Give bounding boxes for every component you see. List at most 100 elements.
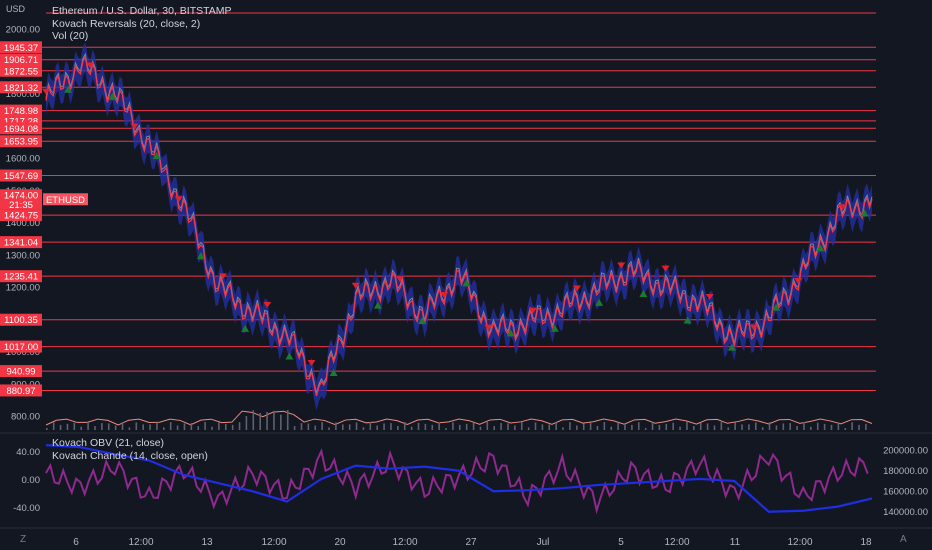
level-label: 1424.75 — [4, 211, 38, 222]
volume-bar — [252, 410, 255, 430]
volume-bar — [782, 423, 785, 430]
volume-bar — [465, 423, 468, 430]
volume-bar — [259, 412, 261, 430]
volume-bar — [844, 427, 847, 430]
volume-bar — [720, 422, 723, 430]
volume-bar — [321, 422, 323, 430]
indicator-legend-chande[interactable]: Kovach Chande (14, close, open) — [52, 450, 208, 462]
volume-bar — [383, 423, 385, 430]
indicator-legend-volume[interactable]: Vol (20) — [52, 30, 88, 42]
volume-bar — [224, 423, 227, 430]
volume-bar — [245, 415, 248, 430]
level-label: 1341.04 — [4, 238, 38, 249]
obv-axis-tick: 160000.00 — [883, 486, 928, 497]
volume-bar — [273, 410, 275, 430]
volume-bar — [830, 424, 833, 430]
price-chart[interactable]: 2000.001900.001800.001700.001600.001500.… — [0, 0, 932, 550]
volume-bar — [417, 422, 420, 430]
volume-bar — [775, 425, 778, 430]
volume-bar — [87, 422, 89, 430]
volume-bar — [520, 422, 523, 430]
countdown-timer: 21:35 — [9, 200, 33, 211]
reversal-down-marker — [617, 262, 626, 269]
volume-bar — [576, 425, 578, 430]
currency-label: USD — [6, 4, 26, 14]
volume-bar — [73, 422, 76, 430]
volume-bar — [816, 422, 819, 430]
volume-bar — [348, 424, 351, 430]
volume-bar — [734, 422, 736, 430]
volume-bar — [328, 427, 330, 430]
price-axis-tick: 1200.00 — [6, 283, 40, 294]
volume-bar — [218, 422, 220, 430]
volume-bar — [644, 427, 647, 430]
oscillator-axis-tick: -40.00 — [13, 503, 40, 514]
volume-bar — [445, 427, 447, 430]
candle-wick-line — [45, 52, 873, 394]
price-line — [45, 54, 873, 397]
volume-bar — [500, 423, 502, 430]
volume-bar — [486, 422, 489, 430]
obv-axis-tick: 140000.00 — [883, 507, 928, 518]
volume-bar — [231, 424, 234, 430]
price-band — [46, 42, 872, 411]
volume-bar — [686, 422, 688, 430]
volume-bar — [238, 422, 241, 430]
volume-bar — [107, 423, 110, 430]
indicator-legend-reversals[interactable]: Kovach Reversals (20, close, 2) — [52, 18, 200, 30]
volume-bar — [403, 422, 406, 430]
volume-bar — [713, 425, 716, 430]
volume-bar — [761, 427, 764, 430]
price-axis-tick: 1600.00 — [6, 154, 40, 165]
volume-bar — [541, 424, 544, 430]
volume-bar — [514, 425, 516, 430]
volume-bar — [493, 426, 496, 430]
volume-bar — [121, 422, 124, 430]
volume-bar — [94, 426, 96, 430]
level-label: 1547.69 — [4, 171, 38, 182]
volume-bar — [169, 422, 172, 430]
volume-bar — [837, 422, 840, 430]
volume-bar — [569, 422, 571, 430]
volume-bar — [651, 422, 654, 430]
volume-bar — [204, 422, 206, 430]
time-axis-label: 12:00 — [787, 537, 812, 548]
zoom-toggle-button[interactable]: Z — [20, 534, 26, 545]
volume-bar — [156, 422, 158, 430]
volume-bar — [410, 426, 413, 430]
volume-bar — [266, 411, 268, 430]
volume-bar — [280, 414, 282, 430]
volume-bar — [527, 427, 530, 430]
volume-bar — [548, 424, 551, 430]
auto-scale-button[interactable]: A — [900, 534, 907, 545]
reversal-up-marker — [285, 352, 294, 360]
obv-axis-tick: 180000.00 — [883, 466, 928, 477]
volume-bar — [376, 425, 378, 430]
volume-bar — [355, 422, 358, 430]
level-label: 1653.95 — [4, 137, 38, 148]
volume-bar — [665, 423, 668, 430]
volume-bar — [286, 410, 289, 430]
volume-bar — [59, 424, 62, 430]
chart-title[interactable]: Ethereum / U.S. Dollar, 30, BITSTAMP — [52, 5, 232, 17]
volume-bar — [307, 423, 310, 430]
volume-bar — [693, 426, 695, 430]
volume-bar — [858, 424, 860, 430]
volume-bar — [101, 423, 103, 430]
volume-bar — [507, 423, 509, 430]
volume-bar — [424, 423, 427, 430]
oscillator-axis-tick: 0.00 — [22, 475, 41, 486]
level-label: 1100.35 — [4, 315, 38, 326]
volume-bar — [183, 423, 186, 430]
indicator-legend-obv[interactable]: Kovach OBV (21, close) — [52, 437, 164, 449]
time-axis-label: 18 — [860, 537, 872, 548]
volume-bar — [397, 426, 399, 430]
volume-bar — [479, 426, 482, 430]
time-axis-label: 6 — [73, 537, 79, 548]
volume-bar — [66, 423, 69, 430]
time-axis-label: 11 — [730, 537, 741, 548]
level-label: 1694.08 — [4, 124, 38, 135]
volume-bar — [52, 422, 55, 430]
volume-bar — [748, 424, 750, 430]
time-axis-label: 12:00 — [392, 537, 417, 548]
